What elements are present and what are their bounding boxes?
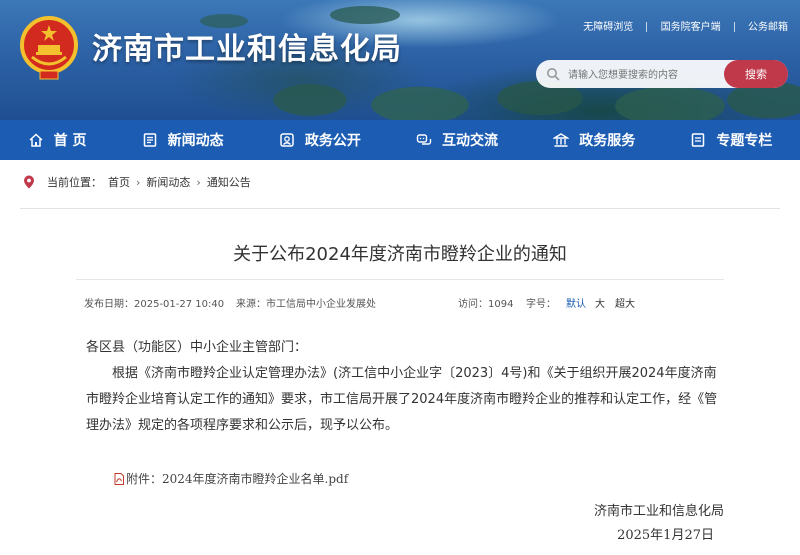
national-emblem-icon [20,16,78,80]
state-council-app-link[interactable]: 国务院客户端 [661,18,721,33]
header-banner: 济南市工业和信息化局 无障碍浏览 国务院客户端 公务邮箱 搜索 [0,0,800,120]
official-email-link[interactable]: 公务邮箱 [748,18,788,33]
nav-item-columns[interactable]: 专题专栏 [690,130,772,150]
search-button[interactable]: 搜索 [724,60,788,88]
pdf-icon [114,472,124,485]
search-box: 搜索 [536,60,788,88]
view-count: 访问：1094 [458,299,514,310]
breadcrumb-item-news[interactable]: 新闻动态 [146,174,190,190]
breadcrumb-label: 当前位置： [47,176,102,189]
chat-icon [416,134,432,145]
attachment-link[interactable]: 附件：2024年度济南市瞪羚企业名单.pdf [114,470,348,487]
article-body: 各区县（功能区）中小企业主管部门： 根据《济南市瞪羚企业认定管理办法》(济工信中… [86,335,726,439]
search-input[interactable] [566,64,720,86]
location-pin-icon [24,175,34,189]
nav-label: 首 页 [53,133,87,149]
nav-label: 政务公开 [304,133,361,149]
breadcrumb-separator: › [196,175,201,189]
nav-item-news[interactable]: 新闻动态 [142,130,224,150]
signature-organization: 济南市工业和信息化局 [593,504,724,519]
nav-label: 政务服务 [579,133,636,149]
accessibility-link[interactable]: 无障碍浏览 [583,18,633,33]
font-size-xlarge[interactable]: 超大 [615,295,635,310]
home-icon [29,133,43,147]
main-nav: 首 页 新闻动态 政务公开 互动交流 政务服务 专题专栏 [0,120,800,160]
nav-label: 新闻动态 [167,133,224,149]
signature-date: 2025年1月27日 [617,528,714,543]
divider [76,279,724,280]
font-size-label: 字号： [526,299,556,310]
attachment-label: 附件：2024年度济南市瞪羚企业名单.pdf [126,472,349,486]
breadcrumb: 当前位置： 首页 › 新闻动态 › 通知公告 [23,170,251,194]
nav-item-services[interactable]: 政务服务 [553,130,635,150]
article-source: 来源：市工信局中小企业发展处 [236,299,376,310]
nav-item-interaction[interactable]: 互动交流 [416,130,498,150]
search-icon [547,68,560,81]
nav-item-policy[interactable]: 政务公开 [279,130,361,150]
banner-island [330,6,400,24]
publish-date: 发布日期：2025-01-27 10:40 [84,299,225,310]
breadcrumb-item-home[interactable]: 首页 [108,174,130,190]
breadcrumb-separator: › [136,175,141,189]
nav-label: 互动交流 [442,133,499,149]
font-size-large[interactable]: 大 [595,295,605,310]
breadcrumb-item-notices[interactable]: 通知公告 [207,174,251,190]
article-title: 关于公布2024年度济南市瞪羚企业的通知 [233,244,567,265]
site-title: 济南市工业和信息化局 [92,32,402,67]
divider [646,22,648,32]
font-size-default[interactable]: 默认 [566,295,586,310]
news-icon [143,133,156,147]
salutation: 各区县（功能区）中小企业主管部门： [86,340,308,355]
top-links: 无障碍浏览 国务院客户端 公务邮箱 [583,18,788,33]
nav-item-home[interactable]: 首 页 [28,130,87,150]
divider [20,208,780,209]
nav-label: 专题专栏 [716,133,773,149]
building-icon [553,133,570,147]
divider [733,22,735,32]
column-icon [692,133,705,147]
article-paragraph: 根据《济南市瞪羚企业认定管理办法》(济工信中小企业字〔2023〕4号)和《关于组… [86,366,718,433]
policy-icon [280,133,294,147]
